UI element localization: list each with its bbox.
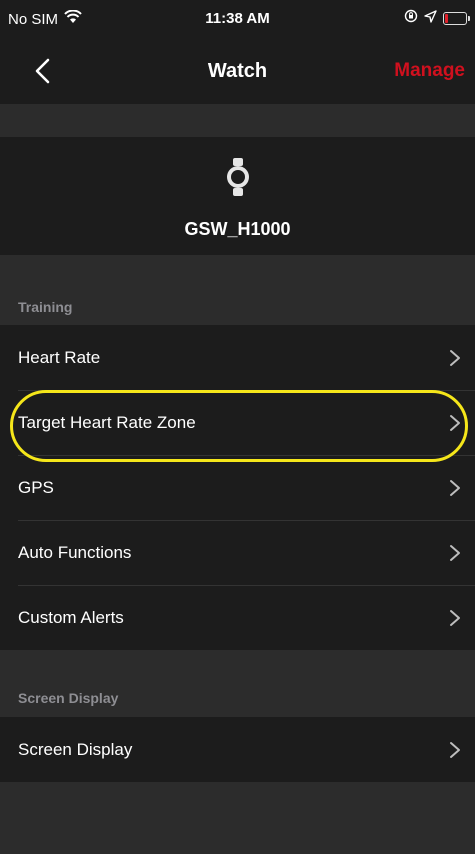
chevron-right-icon bbox=[450, 742, 460, 758]
list-item-heart-rate[interactable]: Heart Rate bbox=[0, 325, 475, 390]
chevron-right-icon bbox=[450, 610, 460, 626]
chevron-right-icon bbox=[450, 415, 460, 431]
list-item-label: GPS bbox=[18, 477, 54, 497]
device-name: GSW_H1000 bbox=[184, 219, 291, 239]
navigation-bar: Watch Manage bbox=[0, 38, 475, 104]
list-item-label: Custom Alerts bbox=[18, 607, 124, 627]
watch-icon bbox=[227, 158, 249, 196]
list-item-label: Screen Display bbox=[18, 739, 133, 759]
section-header-screen-display: Screen Display bbox=[18, 690, 119, 706]
chevron-right-icon bbox=[450, 480, 460, 496]
status-right bbox=[404, 9, 470, 27]
battery-level bbox=[445, 13, 448, 23]
list-item-label: Heart Rate bbox=[18, 347, 101, 367]
list-item-auto-functions[interactable]: Auto Functions bbox=[0, 520, 475, 585]
section-header-training: Training bbox=[18, 299, 73, 315]
chevron-right-icon bbox=[450, 350, 460, 366]
location-arrow-icon bbox=[424, 9, 437, 27]
device-card: GSW_H1000 bbox=[0, 137, 475, 255]
list-item-label: Target Heart Rate Zone bbox=[18, 412, 196, 432]
screen-display-list: Screen Display bbox=[0, 717, 475, 782]
orientation-lock-icon bbox=[404, 9, 418, 27]
battery-icon bbox=[443, 11, 470, 25]
list-item-target-heart-rate-zone[interactable]: Target Heart Rate Zone bbox=[0, 390, 475, 455]
list-item-custom-alerts[interactable]: Custom Alerts bbox=[0, 585, 475, 650]
chevron-right-icon bbox=[450, 545, 460, 561]
list-item-gps[interactable]: GPS bbox=[0, 455, 475, 520]
list-item-label: Auto Functions bbox=[18, 542, 132, 562]
status-bar: No SIM 11:38 AM bbox=[0, 0, 475, 38]
training-list: Heart Rate Target Heart Rate Zone GPS Au… bbox=[0, 325, 475, 650]
list-item-screen-display[interactable]: Screen Display bbox=[0, 717, 475, 782]
manage-button[interactable]: Manage bbox=[394, 60, 465, 82]
